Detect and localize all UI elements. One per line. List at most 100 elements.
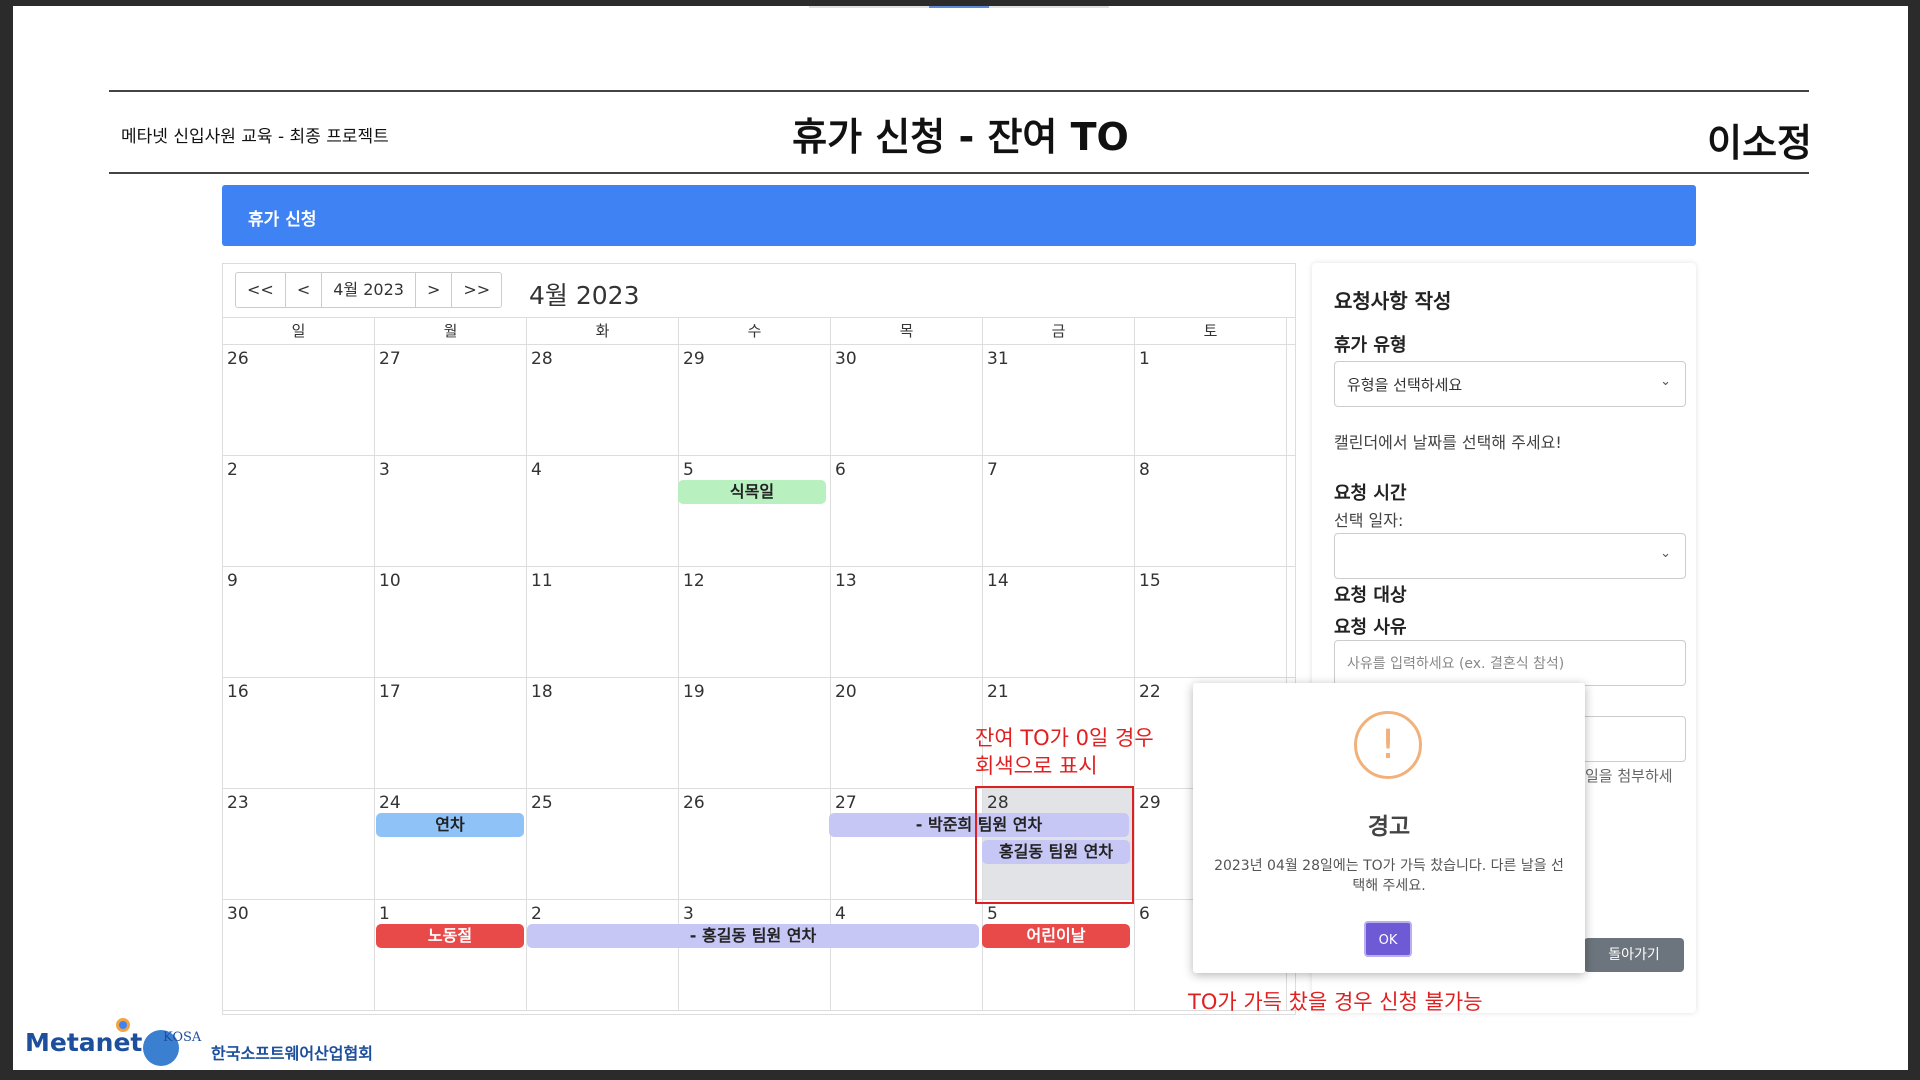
- day-cell[interactable]: 27: [375, 345, 527, 455]
- current-month-button[interactable]: 4월 2023: [322, 273, 416, 307]
- slide: 메타넷 신입사원 교육 - 최종 프로젝트 휴가 신청 - 잔여 TO 이소정 …: [13, 6, 1908, 1070]
- event-hong-leave-range[interactable]: - 홍길동 팀원 연차: [527, 924, 979, 948]
- day-cell[interactable]: 3: [375, 456, 527, 566]
- next-button[interactable]: >: [416, 273, 453, 307]
- day-cell[interactable]: 19: [679, 678, 831, 788]
- modal-message: 2023년 04월 28일에는 TO가 가득 찼습니다. 다른 날을 선택해 주…: [1214, 858, 1564, 894]
- request-reason-label: 요청 사유: [1334, 617, 1407, 638]
- day-number: 4: [835, 904, 846, 924]
- day-number: 26: [227, 349, 249, 369]
- day-cell[interactable]: 11: [527, 567, 679, 677]
- weekday-wed: 수: [679, 318, 831, 344]
- day-cell[interactable]: 8: [1135, 456, 1287, 566]
- day-number: 27: [835, 793, 857, 813]
- annotation-highlight-box: [975, 786, 1134, 904]
- day-cell[interactable]: 9: [223, 567, 375, 677]
- day-cell[interactable]: 10: [375, 567, 527, 677]
- day-cell[interactable]: 25: [527, 789, 679, 899]
- day-cell[interactable]: 14: [983, 567, 1135, 677]
- day-cell[interactable]: 31: [983, 345, 1135, 455]
- day-cell[interactable]: 1: [375, 900, 527, 1010]
- day-cell[interactable]: 2: [223, 456, 375, 566]
- day-number: 29: [1139, 793, 1161, 813]
- day-number: 6: [835, 460, 846, 480]
- event-childrens-day[interactable]: 어린이날: [982, 924, 1130, 948]
- day-cell[interactable]: 17: [375, 678, 527, 788]
- warning-icon: !: [1354, 711, 1422, 779]
- day-number: 1: [1139, 349, 1150, 369]
- day-cell[interactable]: 27: [831, 789, 983, 899]
- day-number: 15: [1139, 571, 1161, 591]
- day-cell[interactable]: 12: [679, 567, 831, 677]
- event-annual-leave[interactable]: 연차: [376, 813, 524, 837]
- day-cell[interactable]: 30: [223, 900, 375, 1010]
- back-button[interactable]: 돌아가기: [1584, 938, 1684, 972]
- day-cell[interactable]: 4: [527, 456, 679, 566]
- day-number: 26: [683, 793, 705, 813]
- selected-date-select[interactable]: ⌄: [1334, 533, 1686, 579]
- annotation-full: TO가 가득 찼을 경우 신청 불가능: [1188, 990, 1483, 1014]
- chevron-down-icon: ⌄: [1660, 546, 1671, 561]
- header-rule-bottom: [109, 172, 1809, 174]
- leave-type-select[interactable]: 유형을 선택하세요 ⌄: [1334, 361, 1686, 407]
- day-number: 28: [531, 349, 553, 369]
- panel-heading: 요청사항 작성: [1334, 289, 1452, 313]
- reason-textarea[interactable]: 사유를 입력하세요 (ex. 결혼식 참석): [1334, 640, 1686, 686]
- day-number: 3: [379, 460, 390, 480]
- day-cell[interactable]: 4: [831, 900, 983, 1010]
- day-number: 14: [987, 571, 1009, 591]
- day-cell[interactable]: 20: [831, 678, 983, 788]
- weekday-thu: 목: [831, 318, 983, 344]
- day-cell[interactable]: 1: [1135, 345, 1287, 455]
- day-number: 1: [379, 904, 390, 924]
- day-cell[interactable]: 13: [831, 567, 983, 677]
- day-number: 22: [1139, 682, 1161, 702]
- day-cell[interactable]: 6: [831, 456, 983, 566]
- day-cell[interactable]: 29: [679, 345, 831, 455]
- day-cell[interactable]: 26: [679, 789, 831, 899]
- weekday-mon: 월: [375, 318, 527, 344]
- day-number: 17: [379, 682, 401, 702]
- day-cell[interactable]: 23: [223, 789, 375, 899]
- day-cell[interactable]: 18: [527, 678, 679, 788]
- week-row: 26 27 28 29 30 31 1: [223, 345, 1295, 456]
- day-number: 27: [379, 349, 401, 369]
- calendar-grid: 일 월 화 수 목 금 토 26 27 28 29 30 31 1 2 3 4: [223, 317, 1295, 1011]
- day-cell[interactable]: 2: [527, 900, 679, 1010]
- day-number: 4: [531, 460, 542, 480]
- day-cell[interactable]: 5: [679, 456, 831, 566]
- day-cell[interactable]: 24: [375, 789, 527, 899]
- day-cell[interactable]: 5: [983, 900, 1135, 1010]
- event-labor-day[interactable]: 노동절: [376, 924, 524, 948]
- modal-title: 경고: [1367, 814, 1411, 840]
- day-number: 30: [227, 904, 249, 924]
- day-cell[interactable]: 30: [831, 345, 983, 455]
- day-number: 5: [683, 460, 694, 480]
- first-button[interactable]: <<: [236, 273, 286, 307]
- ok-button[interactable]: OK: [1364, 921, 1412, 957]
- day-number: 16: [227, 682, 249, 702]
- leave-type-label: 휴가 유형: [1334, 335, 1407, 356]
- day-cell[interactable]: 15: [1135, 567, 1287, 677]
- weekday-fri: 금: [983, 318, 1135, 344]
- chevron-down-icon: ⌄: [1660, 374, 1671, 389]
- banner-label: 휴가 신청: [248, 210, 317, 230]
- day-number: 3: [683, 904, 694, 924]
- day-cell[interactable]: 7: [983, 456, 1135, 566]
- day-number: 9: [227, 571, 238, 591]
- week-row: 9 10 11 12 13 14 15: [223, 567, 1295, 678]
- last-button[interactable]: >>: [452, 273, 501, 307]
- prev-button[interactable]: <: [286, 273, 323, 307]
- metanet-logo-dot: [116, 1018, 130, 1032]
- day-number: 31: [987, 349, 1009, 369]
- annotation-grey: 잔여 TO가 0일 경우 회색으로 표시: [975, 724, 1154, 780]
- calendar-hint: 캘린더에서 날짜를 선택해 주세요!: [1334, 433, 1562, 452]
- day-cell[interactable]: 28: [527, 345, 679, 455]
- annotation-grey-line2: 회색으로 표시: [975, 754, 1098, 778]
- day-number: 24: [379, 793, 401, 813]
- day-cell[interactable]: 16: [223, 678, 375, 788]
- day-cell[interactable]: 3: [679, 900, 831, 1010]
- day-cell[interactable]: 26: [223, 345, 375, 455]
- event-arbor-day[interactable]: 식목일: [678, 480, 826, 504]
- selected-date-label: 선택 일자:: [1334, 511, 1404, 530]
